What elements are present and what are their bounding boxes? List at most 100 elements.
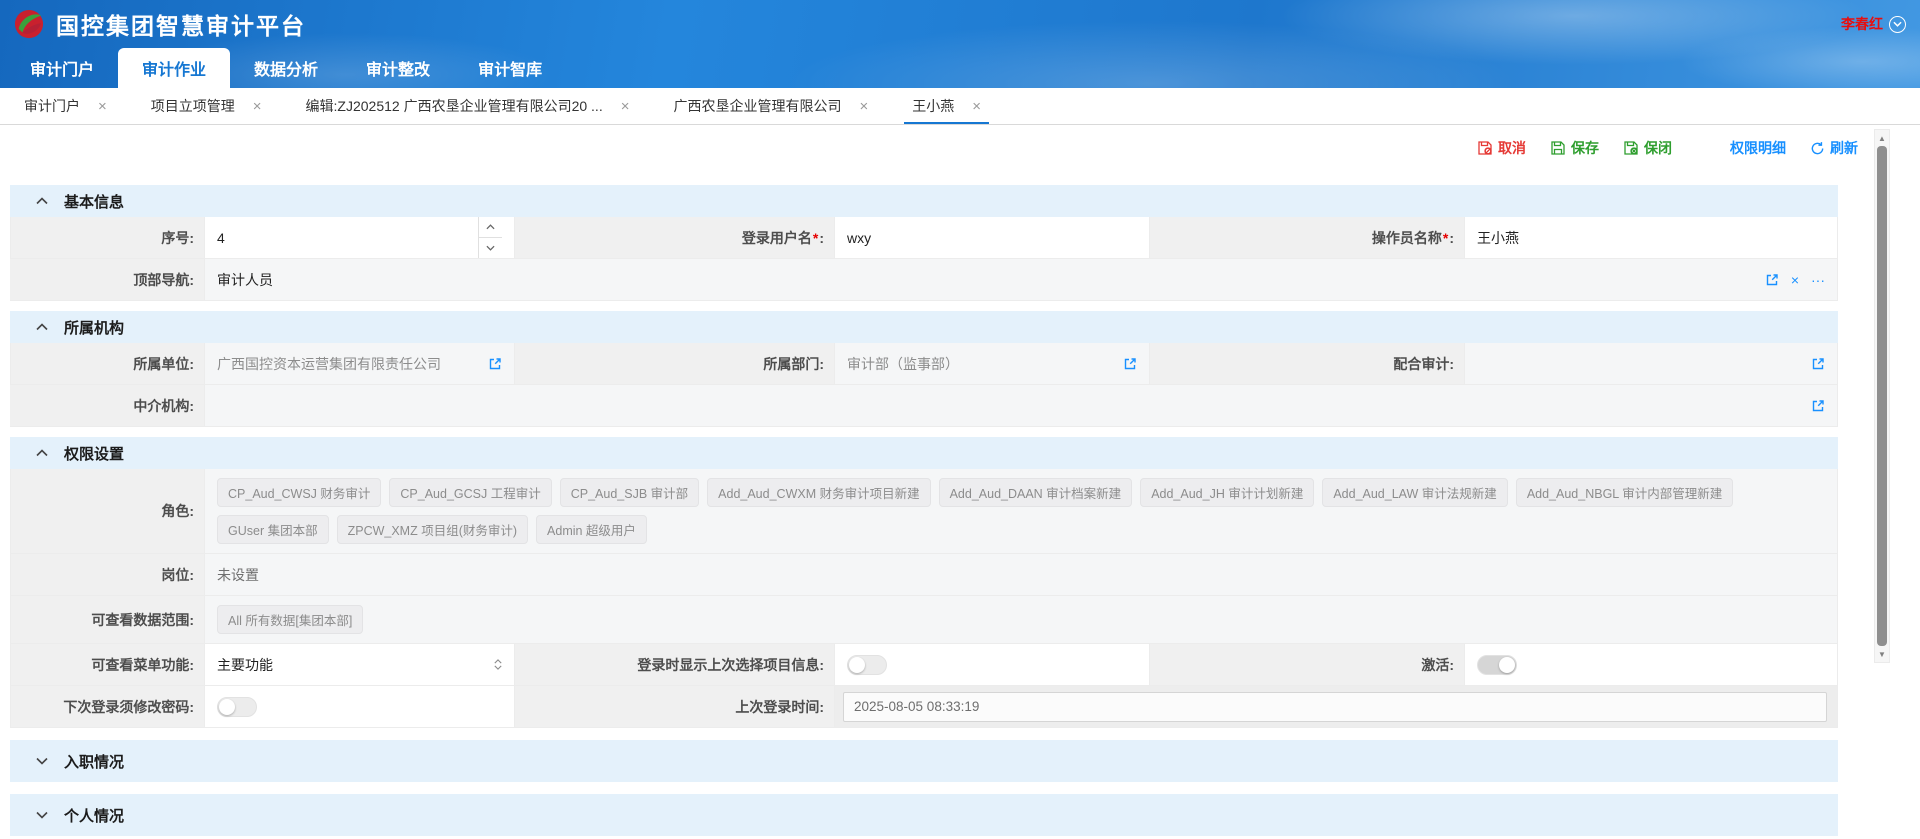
main-nav: 审计门户 审计作业 数据分析 审计整改 审计智库 (0, 48, 1920, 88)
role-tag: GUser 集团本部 (217, 515, 329, 544)
close-icon[interactable]: × (98, 99, 107, 114)
open-lookup-icon[interactable] (1811, 399, 1825, 413)
roles-row: 角色: CP_Aud_CWSJ 财务审计 CP_Aud_GCSJ 工程审计 CP… (10, 469, 1838, 554)
app-header: 国控集团智慧审计平台 李春红 审计门户 审计作业 数据分析 审计整改 审计智库 (0, 0, 1920, 88)
tab-gx-nongken-company[interactable]: 广西农垦企业管理有限公司 × (651, 88, 890, 124)
seq-label: 序号: (10, 217, 205, 259)
section-onboarding[interactable]: 入职情况 (10, 740, 1838, 782)
tab-edit-zj202512[interactable]: 编辑:ZJ202512 广西农垦企业管理有限公司20 ... × (284, 88, 652, 124)
role-tag: Admin 超级用户 (536, 515, 647, 544)
scrollbar-thumb[interactable] (1877, 146, 1887, 646)
chevron-down-icon (36, 757, 48, 765)
tab-project-approval[interactable]: 项目立项管理 × (129, 88, 284, 124)
roles-label: 角色: (10, 469, 205, 554)
spinner-up-icon[interactable] (479, 217, 502, 237)
permission-detail-button[interactable]: 权限明细 (1730, 138, 1786, 158)
nav-item-audit-portal[interactable]: 审计门户 (6, 48, 118, 88)
nav-item-audit-rectify[interactable]: 审计整改 (342, 48, 454, 88)
chevron-up-icon (36, 197, 48, 205)
tab-audit-portal[interactable]: 审计门户 × (2, 88, 129, 124)
cancel-save-icon (1477, 140, 1493, 156)
chevron-up-icon (36, 323, 48, 331)
menu-scope-label: 可查看菜单功能: (10, 644, 205, 686)
tab-wang-xiaoyan[interactable]: 王小燕 × (890, 88, 1003, 124)
position-row: 岗位: 未设置 (10, 554, 1838, 596)
position-label: 岗位: (10, 554, 205, 596)
co-audit-field (1465, 343, 1838, 385)
org-grid: 所属单位: 广西国控资本运营集团有限责任公司 所属部门: 审计部（监事部） 配合… (10, 343, 1838, 427)
login-name-label: 登录用户名*: (515, 217, 835, 259)
role-tag: Add_Aud_DAAN 审计档案新建 (939, 478, 1133, 507)
must-change-pwd-label: 下次登录须修改密码: (10, 686, 205, 728)
role-tag: CP_Aud_CWSJ 财务审计 (217, 478, 381, 507)
scroll-up-icon[interactable]: ▲ (1875, 130, 1889, 146)
active-label: 激活: (1150, 644, 1465, 686)
data-scope-field: All 所有数据[集团本部] (205, 596, 1838, 644)
refresh-button[interactable]: 刷新 (1810, 138, 1858, 158)
nav-item-audit-knowledge[interactable]: 审计智库 (454, 48, 566, 88)
form-toolbar: 取消 保存 保闭 权限明细 (10, 125, 1920, 171)
seq-input[interactable]: 4 (205, 217, 515, 259)
active-cell (1465, 644, 1838, 686)
operator-name-input[interactable]: 王小燕 (1465, 217, 1838, 259)
must-change-pwd-toggle[interactable] (217, 697, 257, 717)
data-scope-tag: All 所有数据[集团本部] (217, 605, 363, 634)
app-window: 国控集团智慧审计平台 李春红 审计门户 审计作业 数据分析 审计整改 审计智库 … (0, 0, 1920, 839)
unit-field: 广西国控资本运营集团有限责任公司 (205, 343, 515, 385)
menu-scope-row: 可查看菜单功能: 主要功能 登录时显示上次选择项目信息: 激活: (10, 644, 1838, 686)
vertical-scrollbar[interactable]: ▲ ▼ (1874, 129, 1890, 663)
section-permissions[interactable]: 权限设置 (10, 437, 1838, 469)
clear-icon[interactable]: × (1791, 272, 1799, 288)
more-options-icon[interactable]: ··· (1811, 272, 1825, 288)
save-button[interactable]: 保存 (1550, 138, 1599, 158)
show-last-project-cell (835, 644, 1150, 686)
must-change-pwd-cell (205, 686, 515, 728)
top-nav-field[interactable]: 审计人员 × ··· (205, 259, 1838, 301)
show-last-project-toggle[interactable] (847, 655, 887, 675)
close-icon[interactable]: × (859, 99, 868, 114)
role-tag: CP_Aud_GCSJ 工程审计 (389, 478, 551, 507)
data-scope-label: 可查看数据范围: (10, 596, 205, 644)
role-tag: Add_Aud_NBGL 审计内部管理新建 (1516, 478, 1733, 507)
active-toggle[interactable] (1477, 655, 1517, 675)
nav-item-data-analysis[interactable]: 数据分析 (230, 48, 342, 88)
section-basic-info[interactable]: 基本信息 (10, 185, 1838, 217)
dept-field: 审计部（监事部） (835, 343, 1150, 385)
brand-logo-icon (14, 9, 44, 39)
agency-field (205, 385, 1838, 427)
position-field: 未设置 (205, 554, 1838, 596)
last-login-label: 上次登录时间: (515, 686, 835, 728)
close-icon[interactable]: × (621, 99, 630, 114)
data-scope-row: 可查看数据范围: All 所有数据[集团本部] (10, 596, 1838, 644)
cancel-button[interactable]: 取消 (1477, 138, 1526, 158)
section-personal[interactable]: 个人情况 (10, 794, 1838, 836)
open-lookup-icon[interactable] (1811, 357, 1825, 371)
nav-item-audit-work[interactable]: 审计作业 (118, 48, 230, 88)
unit-label: 所属单位: (10, 343, 205, 385)
login-name-input[interactable]: wxy (835, 217, 1150, 259)
open-lookup-icon[interactable] (488, 357, 502, 371)
role-tag: Add_Aud_JH 审计计划新建 (1140, 478, 1314, 507)
section-org[interactable]: 所属机构 (10, 311, 1838, 343)
last-login-value: 2025-08-05 08:33:19 (843, 692, 1827, 722)
select-updown-icon (494, 659, 502, 670)
close-icon[interactable]: × (972, 99, 981, 114)
dept-label: 所属部门: (515, 343, 835, 385)
username: 李春红 (1841, 14, 1883, 34)
user-menu[interactable]: 李春红 (1841, 14, 1906, 34)
save-icon (1550, 140, 1566, 156)
co-audit-label: 配合审计: (1150, 343, 1465, 385)
save-close-button[interactable]: 保闭 (1623, 138, 1672, 158)
open-lookup-icon[interactable] (1123, 357, 1137, 371)
role-tag: ZPCW_XMZ 项目组(财务审计) (337, 515, 528, 544)
close-icon[interactable]: × (253, 99, 262, 114)
menu-scope-select[interactable]: 主要功能 (205, 644, 515, 686)
pwd-row: 下次登录须修改密码: 上次登录时间: 2025-08-05 08:33:19 (10, 686, 1838, 728)
scroll-down-icon[interactable]: ▼ (1875, 646, 1889, 662)
spinner-down-icon[interactable] (479, 237, 502, 258)
user-form: 基本信息 序号: 4 登录用户名*: wxy 操作员名称*: (10, 185, 1838, 836)
operator-name-label: 操作员名称*: (1150, 217, 1465, 259)
open-lookup-icon[interactable] (1765, 273, 1779, 287)
agency-label: 中介机构: (10, 385, 205, 427)
open-tabs-bar: 审计门户 × 项目立项管理 × 编辑:ZJ202512 广西农垦企业管理有限公司… (0, 88, 1920, 125)
